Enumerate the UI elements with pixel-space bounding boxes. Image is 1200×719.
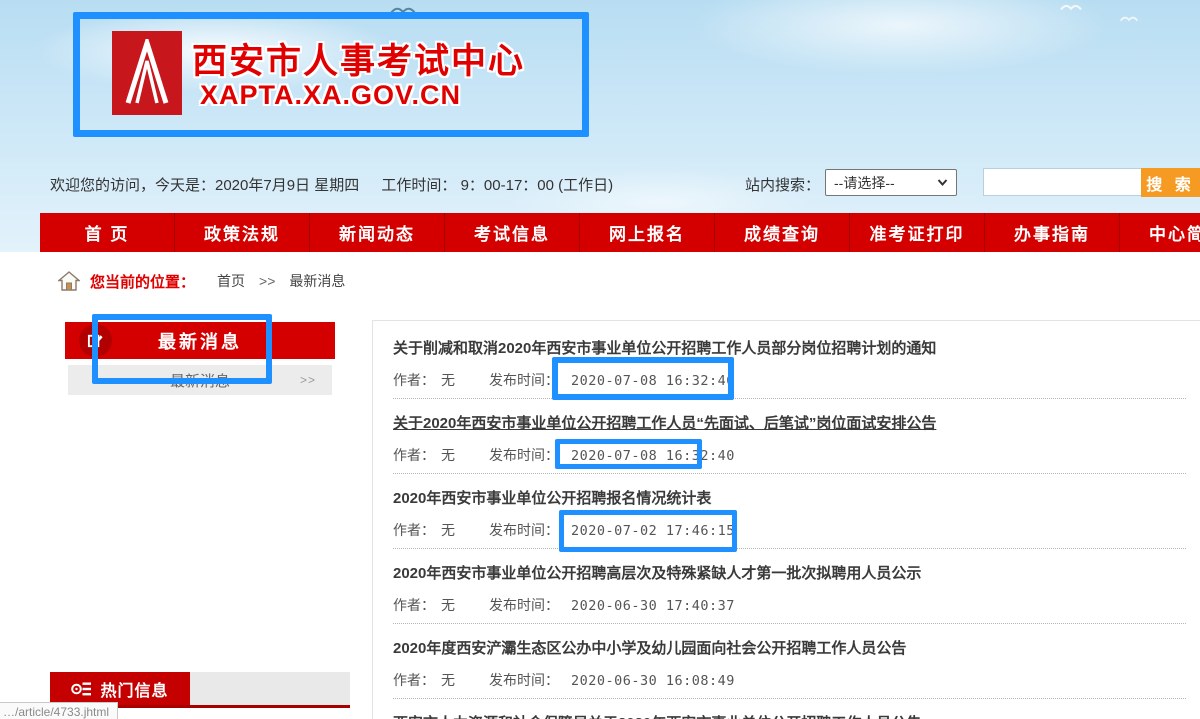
publish-time-value: 2020-06-30 17:40:37 bbox=[571, 598, 735, 614]
publish-time-label: 发布时间： bbox=[489, 524, 559, 539]
news-item-title-link[interactable]: 2020年西安市事业单位公开招聘高层次及特殊紧缺人才第一批次拟聘用人员公示 bbox=[393, 564, 1186, 584]
news-list-item: 西安市人力资源和社会保障局关于2020年西安市事业单位公开招聘工作人员公告 bbox=[393, 699, 1186, 719]
news-list-item: 关于削减和取消2020年西安市事业单位公开招聘工作人员部分岗位招聘计划的通知 作… bbox=[393, 321, 1186, 399]
breadcrumb-home-link[interactable]: 首页 bbox=[217, 271, 245, 291]
news-list-item: 2020年西安市事业单位公开招聘高层次及特殊紧缺人才第一批次拟聘用人员公示 作者… bbox=[393, 549, 1186, 624]
annotation-box-logo: 西安市人事考试中心 XAPTA.XA.GOV.CN bbox=[73, 12, 589, 137]
sidebar-item-label: 最新消息 bbox=[170, 370, 230, 391]
news-item-title-link[interactable]: 2020年西安市事业单位公开招聘报名情况统计表 bbox=[393, 489, 1186, 509]
news-list-item: 关于2020年西安市事业单位公开招聘工作人员“先面试、后笔试”岗位面试安排公告 … bbox=[393, 399, 1186, 474]
breadcrumb-current[interactable]: 最新消息 bbox=[289, 271, 345, 291]
nav-item-news[interactable]: 新闻动态 bbox=[310, 213, 445, 252]
work-hours-text: 工作时间： 9：00-17：00 (工作日) bbox=[381, 177, 613, 194]
search-button[interactable]: 搜 索 bbox=[1141, 168, 1200, 197]
nav-item-score-query[interactable]: 成绩查询 bbox=[715, 213, 850, 252]
nav-item-home[interactable]: 首 页 bbox=[40, 213, 175, 252]
publish-time-label: 发布时间： bbox=[489, 599, 559, 614]
nav-item-online-registration[interactable]: 网上报名 bbox=[580, 213, 715, 252]
sidebar-hot-news-title: 热门信息 bbox=[100, 677, 168, 701]
breadcrumb-label: 您当前的位置： bbox=[90, 271, 195, 292]
news-item-meta: 作者： 无 发布时间： 2020-07-08 16:32:46 bbox=[393, 372, 1186, 391]
site-title[interactable]: 西安市人事考试中心 bbox=[192, 33, 525, 84]
sidebar: 最新消息 最新消息 >> 热门信息 bbox=[50, 322, 350, 719]
news-item-title-link[interactable]: 西安市人力资源和社会保障局关于2020年西安市事业单位公开招聘工作人员公告 bbox=[393, 714, 1186, 719]
news-list-item: 2020年西安市事业单位公开招聘报名情况统计表 作者： 无 发布时间： 2020-07… bbox=[393, 474, 1186, 549]
publish-time-label: 发布时间： bbox=[489, 374, 559, 389]
news-item-meta: 作者： 无 发布时间： 2020-06-30 17:40:37 bbox=[393, 597, 1186, 616]
publish-time-value: 2020-07-02 17:46:15 bbox=[571, 523, 735, 539]
bird-icon bbox=[1060, 2, 1082, 12]
search-category-value: --请选择-- bbox=[834, 173, 937, 193]
publish-time-value: 2020-07-08 16:32:40 bbox=[571, 448, 735, 464]
hot-header-filler bbox=[190, 672, 350, 705]
author-label: 作者： bbox=[393, 524, 435, 539]
chevron-down-icon bbox=[937, 179, 948, 186]
site-search-label: 站内搜索： bbox=[745, 174, 820, 195]
bird-icon bbox=[1120, 14, 1138, 23]
logo-a-icon bbox=[120, 39, 174, 107]
site-domain: XAPTA.XA.GOV.CN bbox=[200, 80, 461, 111]
publish-time-value: 2020-06-30 16:08:49 bbox=[571, 673, 735, 689]
newspaper-icon bbox=[71, 681, 93, 697]
home-icon bbox=[58, 271, 80, 291]
author-label: 作者： bbox=[393, 374, 435, 389]
news-item-title-link[interactable]: 关于2020年西安市事业单位公开招聘工作人员“先面试、后笔试”岗位面试安排公告 bbox=[393, 414, 1186, 434]
news-item-title-link[interactable]: 关于削减和取消2020年西安市事业单位公开招聘工作人员部分岗位招聘计划的通知 bbox=[393, 339, 1186, 359]
news-item-meta: 作者： 无 发布时间： 2020-07-02 17:46:15 bbox=[393, 522, 1186, 541]
author-value: 无 bbox=[441, 524, 455, 539]
search-input[interactable] bbox=[983, 168, 1145, 196]
status-url-tooltip: …/article/4733.jhtml bbox=[0, 702, 118, 719]
publish-time-value: 2020-07-08 16:32:46 bbox=[571, 373, 735, 389]
author-value: 无 bbox=[441, 674, 455, 689]
welcome-text: 欢迎您的访问，今天是：2020年7月9日 星期四 工作时间： 9：00-17：0… bbox=[50, 174, 613, 195]
sidebar-latest-news-title: 最新消息 bbox=[158, 328, 242, 354]
edit-note-icon bbox=[79, 324, 112, 357]
site-logo[interactable] bbox=[112, 31, 182, 115]
news-item-meta: 作者： 无 发布时间： 2020-06-30 16:08:49 bbox=[393, 672, 1186, 691]
news-item-title-link[interactable]: 2020年度西安浐灞生态区公办中小学及幼儿园面向社会公开招聘工作人员公告 bbox=[393, 639, 1186, 659]
publish-time-label: 发布时间： bbox=[489, 449, 559, 464]
publish-time-label: 发布时间： bbox=[489, 674, 559, 689]
nav-item-center-intro[interactable]: 中心简介 bbox=[1120, 213, 1200, 252]
author-label: 作者： bbox=[393, 674, 435, 689]
news-list-item: 2020年度西安浐灞生态区公办中小学及幼儿园面向社会公开招聘工作人员公告 作者：… bbox=[393, 624, 1186, 699]
author-value: 无 bbox=[441, 599, 455, 614]
breadcrumb-separator: >> bbox=[259, 273, 275, 289]
breadcrumb: 您当前的位置： 首页 >> 最新消息 bbox=[0, 252, 1200, 310]
nav-item-ticket-print[interactable]: 准考证打印 bbox=[850, 213, 985, 252]
author-value: 无 bbox=[441, 449, 455, 464]
search-category-select[interactable]: --请选择-- bbox=[825, 169, 957, 196]
nav-item-exam-info[interactable]: 考试信息 bbox=[445, 213, 580, 252]
nav-item-service-guide[interactable]: 办事指南 bbox=[985, 213, 1120, 252]
sidebar-latest-news-header[interactable]: 最新消息 bbox=[65, 322, 335, 359]
main-nav: 首 页政策法规新闻动态考试信息网上报名成绩查询准考证打印办事指南中心简介 bbox=[40, 213, 1200, 252]
info-bar: 欢迎您的访问，今天是：2020年7月9日 星期四 工作时间： 9：00-17：0… bbox=[0, 168, 1200, 200]
sidebar-hot-news-header[interactable]: 热门信息 bbox=[50, 672, 190, 705]
sidebar-item-latest-news[interactable]: 最新消息 >> bbox=[68, 365, 332, 395]
author-value: 无 bbox=[441, 374, 455, 389]
news-list: 关于削减和取消2020年西安市事业单位公开招聘工作人员部分岗位招聘计划的通知 作… bbox=[372, 320, 1200, 719]
nav-item-policies[interactable]: 政策法规 bbox=[175, 213, 310, 252]
double-arrow-icon: >> bbox=[300, 373, 316, 387]
author-label: 作者： bbox=[393, 599, 435, 614]
news-item-meta: 作者： 无 发布时间： 2020-07-08 16:32:40 bbox=[393, 447, 1186, 466]
author-label: 作者： bbox=[393, 449, 435, 464]
